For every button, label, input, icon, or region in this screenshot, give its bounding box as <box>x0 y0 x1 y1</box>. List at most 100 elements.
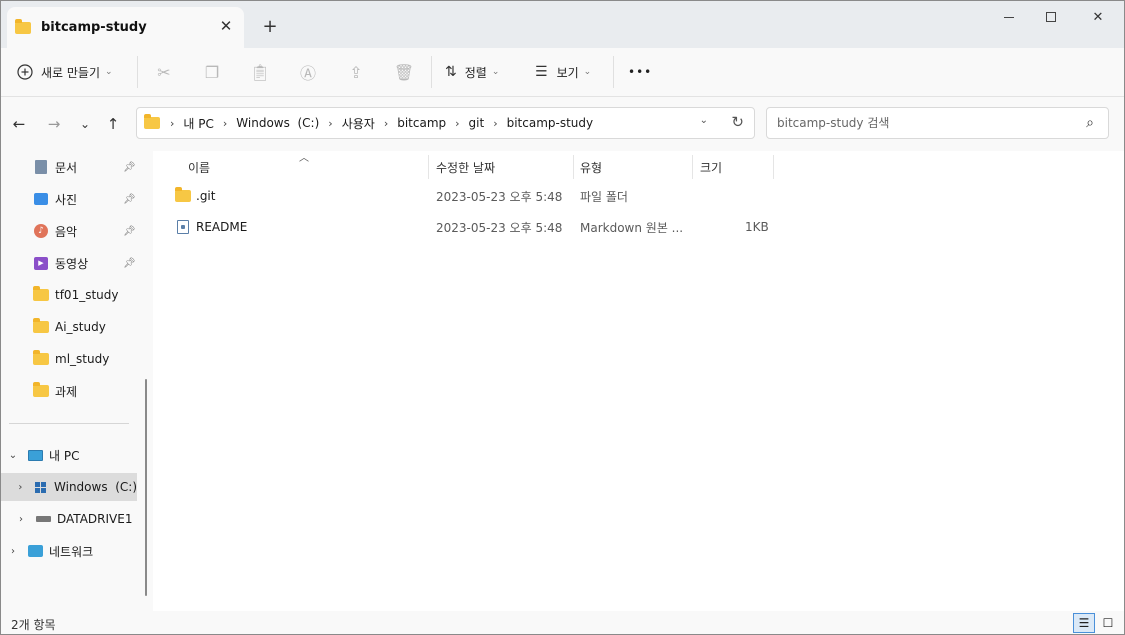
column-divider[interactable] <box>573 155 574 179</box>
tab-title: bitcamp-study <box>41 20 147 35</box>
share-icon: ⇪ <box>349 62 363 82</box>
file-modified: 2023-05-23 오후 5:48 <box>436 220 563 235</box>
back-button[interactable]: ← <box>8 113 30 135</box>
search-icon[interactable]: ⌕ <box>1086 115 1094 131</box>
tiles-view-icon: ☐ <box>1102 616 1114 630</box>
sidebar-item-tf01-study[interactable]: tf01_study <box>1 281 137 309</box>
maximize-button[interactable] <box>1028 5 1074 29</box>
cut-button[interactable]: ✂ <box>150 58 178 86</box>
view-label: 보기 <box>556 65 579 80</box>
folder-icon <box>33 286 49 303</box>
tiles-view-button[interactable]: ☐ <box>1097 613 1119 633</box>
title-bar: bitcamp-study ✕ + ✕ <box>1 1 1124 48</box>
forward-button[interactable]: → <box>43 113 65 135</box>
search-box[interactable]: ⌕ <box>766 107 1109 139</box>
sidebar-item-label: 동영상 <box>55 256 89 271</box>
up-button[interactable]: ↑ <box>102 113 124 135</box>
refresh-icon[interactable]: ↻ <box>731 113 744 131</box>
new-tab-button[interactable]: + <box>259 15 281 37</box>
sidebar-item-label: DATADRIVE1 <box>57 512 133 526</box>
breadcrumb-bitcamp[interactable]: bitcamp <box>397 116 446 130</box>
chevron-right-icon[interactable]: › <box>15 514 27 525</box>
sort-button[interactable]: ⇅ 정렬 ⌄ <box>445 58 499 86</box>
new-button[interactable]: 새로 만들기 ⌄ <box>17 58 113 86</box>
sidebar-item-network[interactable]: › 네트워크 <box>1 537 137 565</box>
new-button-label: 새로 만들기 <box>41 65 101 80</box>
drive-windows-icon <box>34 479 48 495</box>
folder-icon <box>33 382 49 399</box>
address-bar[interactable]: › 내 PC › Windows (C:) › 사용자 › bitcamp › … <box>136 107 755 139</box>
close-window-button[interactable]: ✕ <box>1075 5 1121 29</box>
sidebar-item-videos[interactable]: ▶ 동영상 📌︎ <box>1 249 137 277</box>
view-button[interactable]: ☰ 보기 ⌄ <box>535 58 591 86</box>
plus-circle-icon <box>17 64 33 80</box>
view-list-icon: ☰ <box>535 64 548 80</box>
column-header-type[interactable]: 유형 <box>580 155 602 179</box>
column-divider[interactable] <box>692 155 693 179</box>
column-divider[interactable] <box>428 155 429 179</box>
breadcrumb-separator: › <box>455 116 460 130</box>
breadcrumb-windows-drive[interactable]: Windows (C:) <box>236 116 319 130</box>
sidebar-item-ml-study[interactable]: ml_study <box>1 345 137 373</box>
file-modified: 2023-05-23 오후 5:48 <box>436 189 563 204</box>
chevron-right-icon[interactable]: › <box>7 546 19 557</box>
copy-button[interactable]: ❐ <box>198 58 226 86</box>
table-row[interactable]: .git 2023-05-23 오후 5:48 파일 폴더 <box>171 181 771 211</box>
chevron-down-icon[interactable]: ⌄ <box>7 450 19 461</box>
file-type: 파일 폴더 <box>580 189 628 204</box>
sidebar-scrollbar[interactable] <box>145 379 147 596</box>
column-header-size[interactable]: 크기 <box>700 155 722 179</box>
videos-icon: ▶ <box>33 255 49 271</box>
network-icon <box>27 543 43 559</box>
address-row: ← → ⌄ ↑ › 내 PC › Windows (C:) › 사용자 › bi… <box>1 97 1124 151</box>
details-view-button[interactable]: ☰ <box>1073 613 1095 633</box>
pin-icon[interactable]: 📌︎ <box>123 194 136 205</box>
folder-icon <box>15 18 31 34</box>
recent-locations-button[interactable]: ⌄ <box>74 113 96 135</box>
file-type: Markdown 원본 ... <box>580 220 684 235</box>
rename-button[interactable]: Ⓐ <box>294 58 322 86</box>
sidebar-item-this-pc[interactable]: ⌄ 내 PC <box>1 441 137 469</box>
table-row[interactable]: README 2023-05-23 오후 5:48 Markdown 원본 ..… <box>171 212 771 242</box>
minimize-icon <box>1004 16 1014 18</box>
sidebar-item-music[interactable]: ♪ 음악 📌︎ <box>1 217 137 245</box>
close-tab-icon[interactable]: ✕ <box>216 16 236 36</box>
share-button[interactable]: ⇪ <box>342 58 370 86</box>
column-divider[interactable] <box>773 155 774 179</box>
sidebar-item-pictures[interactable]: 사진 📌︎ <box>1 185 137 213</box>
breadcrumb-bitcamp-study[interactable]: bitcamp-study <box>507 116 594 130</box>
sidebar-item-ai-study[interactable]: Ai_study <box>1 313 137 341</box>
breadcrumb-separator: › <box>328 116 333 130</box>
rename-icon: Ⓐ <box>299 64 316 83</box>
maximize-icon <box>1046 12 1056 22</box>
file-list: ︿ 이름 수정한 날짜 유형 크기 .git 2023-05-23 오후 5:4… <box>153 151 1124 611</box>
pin-icon[interactable]: 📌︎ <box>123 258 136 269</box>
delete-icon: 🗑︎ <box>393 62 415 82</box>
paste-button[interactable]: 📋︎ <box>246 58 274 86</box>
column-header-name[interactable]: 이름 <box>188 155 210 179</box>
pin-icon[interactable]: 📌︎ <box>123 226 136 237</box>
more-options-button[interactable]: ••• <box>628 58 652 86</box>
folder-icon <box>33 318 49 335</box>
sidebar-item-label: 과제 <box>55 384 78 399</box>
sidebar-item-windows-drive[interactable]: › Windows (C:) <box>1 473 137 501</box>
tab-bitcamp-study[interactable]: bitcamp-study ✕ <box>7 7 244 48</box>
pin-icon[interactable]: 📌︎ <box>123 162 136 173</box>
search-input[interactable] <box>777 116 1057 130</box>
sidebar-item-documents[interactable]: 문서 📌︎ <box>1 153 137 181</box>
breadcrumb-git[interactable]: git <box>469 116 485 130</box>
breadcrumb-users[interactable]: 사용자 <box>342 115 375 132</box>
sort-label: 정렬 <box>464 65 487 80</box>
sidebar-item-assignments[interactable]: 과제 <box>1 377 137 405</box>
column-header-modified[interactable]: 수정한 날짜 <box>436 155 495 179</box>
breadcrumb-this-pc[interactable]: 내 PC <box>183 115 213 132</box>
delete-button[interactable]: 🗑︎ <box>390 58 418 86</box>
chevron-right-icon[interactable]: › <box>15 482 26 493</box>
sidebar-item-datadrive[interactable]: › DATADRIVE1 <box>1 505 137 533</box>
sidebar-item-label: 음악 <box>55 224 78 239</box>
sidebar-item-label: 문서 <box>55 160 78 175</box>
minimize-button[interactable] <box>986 5 1032 29</box>
copy-icon: ❐ <box>204 62 220 82</box>
chevron-down-icon[interactable]: ⌄ <box>700 115 708 126</box>
drive-icon <box>35 511 51 527</box>
